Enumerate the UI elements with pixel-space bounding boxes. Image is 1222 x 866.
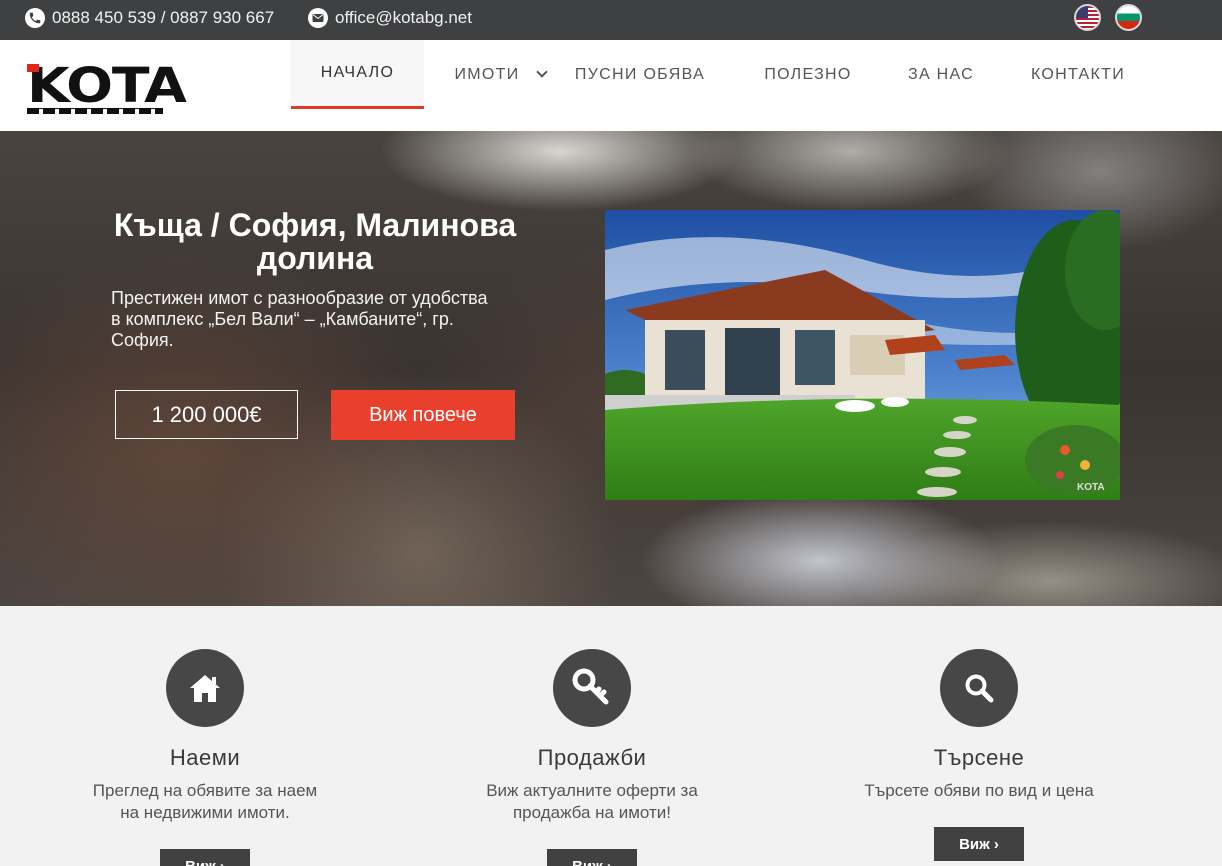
phone-contact[interactable]: 0888 450 539 / 0887 930 667 xyxy=(25,0,274,35)
service-text: Преглед на обявите за наем на недвижими … xyxy=(92,781,318,822)
chevron-down-icon[interactable] xyxy=(535,66,548,78)
services-section: Наеми Преглед на обявите за наем на недв… xyxy=(0,606,1222,866)
home-icon[interactable] xyxy=(166,649,244,727)
nav-label: КОНТАКТИ xyxy=(1030,65,1126,83)
service-search: Търсене Търсете обяви по вид и цена Виж … xyxy=(829,606,1129,861)
search-icon[interactable] xyxy=(940,649,1018,727)
photo-watermark: KOTA xyxy=(1077,482,1105,493)
nav-item-about[interactable]: ЗА НАС xyxy=(895,40,987,109)
service-rentals: Наеми Преглед на обявите за наем на недв… xyxy=(55,606,355,866)
logo[interactable]: KOTA xyxy=(27,58,187,115)
nav-label: НАЧАЛО xyxy=(320,64,395,81)
see-more-button[interactable]: Виж повече xyxy=(331,390,515,440)
phone-icon xyxy=(25,7,45,28)
service-text: Търсете обяви по вид и цена xyxy=(864,781,1094,800)
logo-stripe xyxy=(27,108,163,114)
phone-numbers: 0888 450 539 / 0887 930 667 xyxy=(52,7,275,27)
service-title: Търсене xyxy=(933,745,1025,770)
site-header: KOTA НАЧАЛО ИМОТИ ПУСНИ ОБЯВА ПОЛЕЗНО ЗА… xyxy=(0,40,1222,131)
nav-item-properties[interactable]: ИМОТИ xyxy=(440,40,560,109)
hero-banner: Къща / София, Малинова долина Престижен … xyxy=(0,131,1222,606)
nav-item-home[interactable]: НАЧАЛО xyxy=(291,40,424,109)
email-address: office@kotabg.net xyxy=(335,7,472,27)
nav-item-post-ad[interactable]: ПУСНИ ОБЯВА xyxy=(566,40,714,109)
email-contact[interactable]: office@kotabg.net xyxy=(308,0,472,35)
property-photo[interactable]: KOTA xyxy=(605,210,1120,500)
en-flag-icon[interactable] xyxy=(1074,4,1101,31)
top-bar: 0888 450 539 / 0887 930 667 office@kotab… xyxy=(0,0,1222,40)
property-photo-illustration xyxy=(605,210,1120,500)
mail-icon xyxy=(308,7,328,28)
service-sales: Продажби Виж актуалните оферти за продаж… xyxy=(442,606,742,866)
hero-title: Къща / София, Малинова долина xyxy=(113,207,517,276)
hero-description: Престижен имот с разнообразие от удобств… xyxy=(111,288,488,350)
price-badge: 1 200 000€ xyxy=(115,390,298,439)
bg-flag-icon[interactable] xyxy=(1115,4,1142,31)
service-text: Виж актуалните оферти за продажба на имо… xyxy=(486,781,698,822)
sales-view-button[interactable]: Виж › xyxy=(547,849,637,866)
search-view-button[interactable]: Виж › xyxy=(934,827,1024,861)
service-title: Наеми xyxy=(169,745,241,770)
logo-accent xyxy=(27,64,39,72)
rentals-view-button[interactable]: Виж › xyxy=(160,849,250,866)
nav-label: ИМОТИ xyxy=(454,65,520,83)
nav-item-contacts[interactable]: КОНТАКТИ xyxy=(1018,40,1138,109)
logo-text: KOTA xyxy=(27,58,187,114)
nav-label: ПОЛЕЗНО xyxy=(764,65,852,83)
service-title: Продажби xyxy=(537,745,647,770)
nav-label: ПУСНИ ОБЯВА xyxy=(574,65,706,83)
nav-label: ЗА НАС xyxy=(907,65,974,83)
nav-item-useful[interactable]: ПОЛЕЗНО xyxy=(750,40,866,109)
key-icon[interactable] xyxy=(553,649,631,727)
